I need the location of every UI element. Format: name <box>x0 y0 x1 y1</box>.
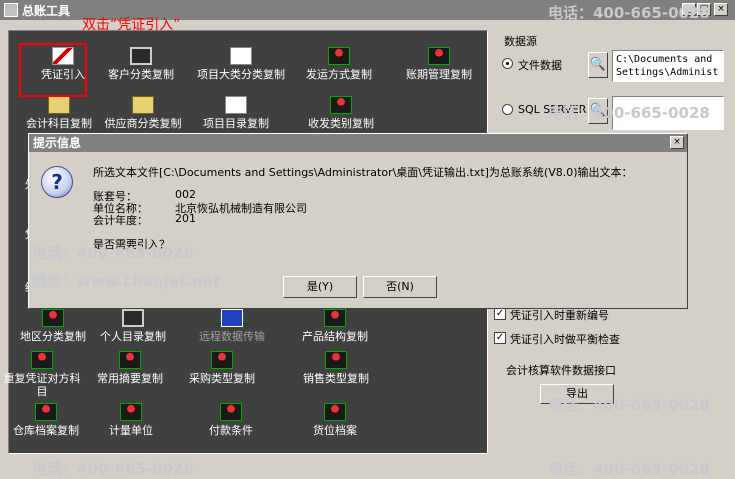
window-title: 总账工具 <box>22 3 71 18</box>
rider-icon <box>35 403 57 421</box>
tool-label: 采购类型复制 <box>189 372 255 385</box>
computer-icon <box>221 309 243 327</box>
book-icon <box>130 47 152 65</box>
balance-check-label: 凭证引入时做平衡检查 <box>510 333 620 346</box>
annotation-text: 双击“凭证引入” <box>82 17 181 33</box>
tool-label: 项目大类分类复制 <box>197 68 285 81</box>
close-button[interactable]: × <box>714 3 728 16</box>
rider-icon <box>428 47 450 65</box>
year-value: 201 <box>175 212 196 225</box>
tool-label: 产品结构复制 <box>302 330 368 343</box>
rider-icon <box>325 351 347 369</box>
browse-sql-button[interactable]: 🔍 <box>588 98 608 124</box>
sql-server-label: SQL SERVER <box>518 103 587 116</box>
tool-customer-class-copy[interactable]: 客户分类复制 <box>91 47 191 81</box>
no-button[interactable]: 否(N) <box>363 276 437 298</box>
renumber-checkbox[interactable]: ✓ <box>494 308 506 320</box>
tool-label: 项目目录复制 <box>203 117 269 130</box>
tool-summary-copy[interactable]: 常用摘要复制 <box>85 351 175 385</box>
highlight-box <box>19 43 87 97</box>
tool-label: 销售类型复制 <box>303 372 369 385</box>
tool-label: 仓库档案复制 <box>13 424 79 437</box>
dialog-title: 提示信息 <box>29 134 687 152</box>
rider-icon <box>120 403 142 421</box>
people-icon <box>132 96 154 114</box>
tool-project-list-copy[interactable]: 项目目录复制 <box>186 96 286 130</box>
rider-icon <box>328 47 350 65</box>
export-button[interactable]: 导出 <box>540 384 614 404</box>
rider-icon <box>324 403 346 421</box>
person-icon <box>122 309 144 327</box>
sql-server-field[interactable] <box>612 96 724 130</box>
tool-label: 发运方式复制 <box>306 68 372 81</box>
tool-purchase-type-copy[interactable]: 采购类型复制 <box>185 351 259 385</box>
tool-payment-condition[interactable]: 付款条件 <box>181 403 281 437</box>
main-window: 总账工具 _ □ × 凭证引入 客户分类复制 项目大类分类复制 发运方式复制 账… <box>0 0 735 478</box>
tool-label: 个人目录复制 <box>100 330 166 343</box>
tool-label: 收发类别复制 <box>308 117 374 130</box>
sql-server-radio[interactable] <box>502 104 513 115</box>
dialog-question: 是否需要引入？ <box>93 238 170 251</box>
tool-repeat-voucher[interactable]: 重复凭证对方科目 <box>3 351 81 398</box>
interface-title: 会计核算软件数据接口 <box>506 364 616 377</box>
renumber-label: 凭证引入时重新编号 <box>510 309 609 322</box>
tool-receive-type-copy[interactable]: 收发类别复制 <box>291 96 391 130</box>
tool-location-archive[interactable]: 货位档案 <box>285 403 385 437</box>
rider-icon <box>330 96 352 114</box>
rider-icon <box>220 403 242 421</box>
file-data-radio[interactable] <box>502 58 513 69</box>
tool-label: 货位档案 <box>313 424 357 437</box>
tool-project-class-copy[interactable]: 项目大类分类复制 <box>186 47 296 81</box>
prompt-dialog: 提示信息 × ? 所选文本文件[C:\Documents and Setting… <box>28 133 688 309</box>
tool-label: 远程数据传输 <box>199 330 265 343</box>
tool-payment-term-copy[interactable]: 账期管理复制 <box>389 47 489 81</box>
map-icon <box>42 309 64 327</box>
maximize-button[interactable]: □ <box>697 3 711 16</box>
question-icon: ? <box>41 166 73 198</box>
tool-label: 计量单位 <box>109 424 153 437</box>
rider-icon <box>119 351 141 369</box>
tool-label: 重复凭证对方科目 <box>3 372 81 398</box>
minimize-button[interactable]: _ <box>682 3 696 16</box>
tool-personal-copy[interactable]: 个人目录复制 <box>83 309 183 343</box>
tool-supplier-class-copy[interactable]: 供应商分类复制 <box>93 96 193 130</box>
tool-warehouse-copy[interactable]: 仓库档案复制 <box>1 403 91 437</box>
dialog-close-button[interactable]: × <box>670 136 684 149</box>
tool-remote-transfer[interactable]: 远程数据传输 <box>182 309 282 343</box>
browse-file-button[interactable]: 🔍 <box>588 52 608 78</box>
tool-label: 付款条件 <box>209 424 253 437</box>
tool-label: 会计科目复制 <box>26 117 92 130</box>
rider-icon <box>31 351 53 369</box>
tool-label: 常用摘要复制 <box>97 372 163 385</box>
doc-icon <box>225 96 247 114</box>
balance-check-checkbox[interactable]: ✓ <box>494 332 506 344</box>
tool-shipping-copy[interactable]: 发运方式复制 <box>289 47 389 81</box>
folder-icon <box>48 96 70 114</box>
file-data-label: 文件数据 <box>518 59 562 72</box>
rider-icon <box>211 351 233 369</box>
tool-label: 客户分类复制 <box>108 68 174 81</box>
yes-button[interactable]: 是(Y) <box>283 276 357 298</box>
rider-icon <box>324 309 346 327</box>
tool-product-structure-copy[interactable]: 产品结构复制 <box>285 309 385 343</box>
tool-label: 地区分类复制 <box>20 330 86 343</box>
tool-label: 供应商分类复制 <box>104 117 182 130</box>
tool-sales-type-copy[interactable]: 销售类型复制 <box>299 351 373 385</box>
file-path-field[interactable]: C:\Documents and Settings\Administ <box>612 50 724 82</box>
year-label: 会计年度： <box>93 214 148 227</box>
network-icon <box>230 47 252 65</box>
app-icon <box>4 3 18 17</box>
tool-unit-measure[interactable]: 计量单位 <box>81 403 181 437</box>
tool-label: 账期管理复制 <box>406 68 472 81</box>
datasource-title: 数据源 <box>504 35 537 48</box>
dialog-message: 所选文本文件[C:\Documents and Settings\Adminis… <box>93 166 633 179</box>
